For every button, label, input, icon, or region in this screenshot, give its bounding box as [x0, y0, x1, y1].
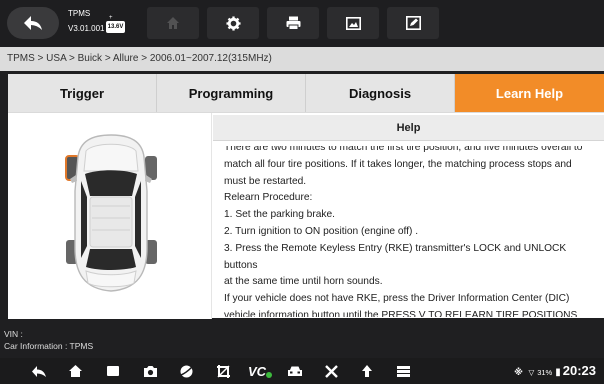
edit-icon: [405, 16, 421, 30]
nav-vci-button[interactable]: VC: [247, 362, 273, 380]
vehicle-diagram: [8, 113, 212, 319]
screenshot-button[interactable]: [327, 7, 379, 39]
help-line: If your vehicle does not have RKE, press…: [224, 293, 570, 305]
back-button[interactable]: [7, 7, 59, 39]
main-panel: Trigger Programming Diagnosis Learn Help: [8, 74, 604, 319]
print-button[interactable]: [267, 7, 319, 39]
vci-icon: VC: [248, 364, 272, 379]
nav-browser-button[interactable]: [177, 362, 195, 380]
list-icon: [396, 365, 410, 377]
nav-back-button[interactable]: [30, 362, 48, 380]
help-line: There are two minutes to match the first…: [224, 146, 583, 153]
tab-diagnosis[interactable]: Diagnosis: [306, 74, 455, 112]
top-toolbar: TPMS V3.01.001 + - 13.6V: [0, 0, 604, 47]
status-bar: ※ ▽ 31% ▮ 20:23: [514, 363, 596, 378]
home-button[interactable]: [147, 7, 199, 39]
nav-recents-button[interactable]: [104, 362, 122, 380]
help-line: vehicle information button until the PRE…: [224, 309, 578, 317]
printer-icon: [286, 16, 300, 30]
help-line: match all four tire positions. If it tak…: [224, 158, 572, 170]
help-line: at the same time until horn sounds.: [224, 276, 383, 288]
wifi-icon: ▽: [528, 368, 535, 377]
nav-crop-button[interactable]: [214, 362, 232, 380]
crop-icon: [216, 364, 230, 378]
battery-percent: 31%: [537, 368, 553, 377]
breadcrumb: TPMS > USA > Buick > Allure > 2006.01~20…: [0, 47, 604, 71]
nav-camera-button[interactable]: [141, 362, 159, 380]
car-top-view-illustration: [65, 134, 157, 292]
nav-menu-button[interactable]: [394, 362, 412, 380]
back-arrow-icon: [24, 16, 42, 30]
system-nav-bar: VC ※ ▽ 31% ▮ 20:23: [0, 358, 604, 384]
help-line: must be restarted.: [224, 175, 307, 187]
tab-programming[interactable]: Programming: [157, 74, 306, 112]
content-area: Help There are two minutes to match the …: [8, 112, 604, 319]
battery-icon: ▮: [555, 367, 561, 378]
settings-button[interactable]: [207, 7, 259, 39]
bluetooth-icon: ※: [514, 367, 523, 377]
recents-icon: [107, 366, 119, 376]
gear-icon: [225, 15, 241, 31]
nav-tools-button[interactable]: [322, 362, 340, 380]
help-line: 2. Turn ignition to ON position (engine …: [224, 225, 419, 237]
clock-time: 20:23: [562, 363, 596, 378]
tools-icon: [324, 364, 338, 378]
app-name: TPMS: [68, 9, 91, 18]
app-version: V3.01.001: [68, 24, 105, 33]
svg-text:VC: VC: [248, 364, 267, 379]
nav-vehicle-button[interactable]: [286, 362, 304, 380]
car-information: Car Information : TPMS: [4, 341, 94, 351]
image-icon: [345, 16, 361, 30]
car-icon: [288, 366, 302, 376]
home-icon: [68, 365, 82, 377]
upload-arrow-icon: [362, 365, 372, 377]
home-icon: [167, 17, 179, 29]
vin-label: VIN :: [4, 329, 23, 339]
app-info: TPMS V3.01.001 + - 13.6V: [68, 7, 130, 39]
nav-upload-button[interactable]: [358, 362, 376, 380]
battery-charge-icon: + -: [109, 15, 113, 25]
browser-icon: [180, 365, 193, 377]
back-arrow-icon: [32, 365, 46, 377]
tab-bar: Trigger Programming Diagnosis Learn Help: [8, 74, 604, 112]
camera-icon: [143, 365, 157, 377]
help-line: 1. Set the parking brake.: [224, 209, 335, 221]
nav-home-button[interactable]: [66, 362, 84, 380]
help-text-scroll[interactable]: There are two minutes to match the first…: [224, 146, 600, 317]
help-line: 3. Press the Remote Keyless Entry (RKE) …: [224, 242, 567, 271]
tab-trigger[interactable]: Trigger: [8, 74, 157, 112]
vehicle-info: VIN : Car Information : TPMS: [0, 322, 604, 356]
tab-learn-help[interactable]: Learn Help: [455, 74, 604, 112]
help-title: Help: [213, 115, 604, 141]
help-line: Relearn Procedure:: [224, 192, 313, 204]
battery-voltage: 13.6V: [106, 21, 125, 33]
edit-button[interactable]: [387, 7, 439, 39]
